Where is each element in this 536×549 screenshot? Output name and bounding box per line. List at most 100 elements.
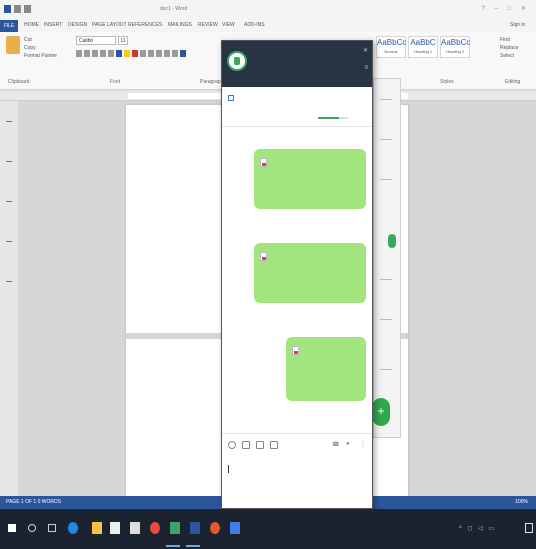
copy-button[interactable]: Copy	[24, 44, 57, 52]
windows-icon[interactable]	[8, 524, 16, 532]
emoji-icon[interactable]	[228, 441, 236, 449]
tab-insert[interactable]: INSERT	[44, 22, 62, 28]
tab-page-layout[interactable]: PAGE LAYOUT	[92, 22, 127, 28]
app-icon[interactable]	[230, 522, 240, 534]
chat-toolbar: ☎ ● ⋮	[222, 433, 372, 455]
file-message[interactable]	[254, 149, 366, 209]
underline-icon[interactable]	[92, 50, 98, 57]
file-message[interactable]	[286, 337, 366, 401]
style-normal[interactable]: AaBbCc Normal	[376, 36, 406, 58]
shading-icon[interactable]	[180, 50, 186, 57]
subscript-icon[interactable]	[108, 50, 114, 57]
cut-button[interactable]: Cut	[24, 36, 57, 44]
chat-window: ✕ ≡ ☎ ● ⋮	[221, 40, 373, 509]
paragraph-group-label: Paragraph	[200, 79, 224, 85]
title-bar: doc1 - Word ? – □ ✕	[0, 0, 536, 20]
font-size-select[interactable]: 11	[118, 36, 128, 45]
font-group-label: Font	[110, 79, 121, 85]
undo-icon[interactable]	[14, 5, 21, 13]
upload-progress	[318, 117, 348, 119]
style-heading-2[interactable]: AaBbCc Heading 2	[440, 36, 470, 58]
more-icon[interactable]: ⋮	[360, 441, 366, 448]
call-icon[interactable]: ☎	[332, 441, 339, 448]
file-message[interactable]	[254, 243, 366, 303]
file-explorer-icon[interactable]	[92, 522, 102, 534]
message-input[interactable]	[222, 455, 372, 508]
clipboard-group-label: Clipboard	[8, 79, 30, 85]
message-list	[222, 127, 372, 433]
chat-header: ✕ ≡	[222, 41, 372, 87]
select-button[interactable]: Select	[500, 52, 518, 60]
image-icon[interactable]	[256, 441, 264, 449]
text-cursor	[228, 465, 229, 473]
chat-avatar[interactable]	[227, 51, 247, 71]
search-icon[interactable]	[28, 524, 36, 532]
format-painter-button[interactable]: Format Painter	[24, 52, 57, 60]
tab-view[interactable]: VIEW	[222, 22, 235, 28]
app-icon[interactable]	[210, 522, 220, 534]
edge-icon[interactable]	[68, 522, 78, 534]
pin-icon	[228, 95, 234, 101]
chrome-icon[interactable]	[150, 522, 160, 534]
zoom-level[interactable]: 100%	[515, 496, 528, 509]
highlight-icon[interactable]	[124, 50, 130, 57]
pdf-file-icon	[260, 252, 267, 261]
tab-home[interactable]: HOME	[24, 22, 39, 28]
font-name-select[interactable]: Calibri	[76, 36, 116, 45]
vertical-ruler	[0, 101, 18, 496]
styles-group-label: Styles	[440, 79, 454, 85]
store-icon[interactable]	[110, 522, 120, 534]
document-title: doc1 - Word	[160, 6, 188, 12]
tab-file[interactable]: FILE	[0, 20, 18, 32]
font-format-buttons	[76, 50, 216, 59]
editing-group-label: Editing	[505, 79, 521, 85]
align-right-icon[interactable]	[156, 50, 162, 57]
pdf-file-icon	[260, 158, 267, 167]
active-app-indicator	[186, 545, 200, 547]
save-icon[interactable]	[4, 5, 11, 13]
align-center-icon[interactable]	[148, 50, 154, 57]
task-view-icon[interactable]	[48, 524, 56, 532]
style-heading-1[interactable]: AaBbC Heading 1	[408, 36, 438, 58]
ribbon-tabs: FILE HOME INSERT DESIGN PAGE LAYOUT REFE…	[0, 20, 536, 32]
close-icon[interactable]: ✕	[363, 47, 368, 54]
find-button[interactable]: Find	[500, 36, 518, 44]
screenshot-icon[interactable]	[270, 441, 278, 449]
tab-review[interactable]: REVIEW	[198, 22, 218, 28]
text-effects-icon[interactable]	[116, 50, 122, 57]
sign-in-link[interactable]: Sign in	[510, 22, 525, 28]
pdf-file-icon	[292, 346, 299, 355]
side-panel	[373, 78, 401, 438]
menu-icon[interactable]: ≡	[364, 65, 368, 71]
attach-icon[interactable]	[242, 441, 250, 449]
mic-icon[interactable]: ●	[346, 441, 350, 447]
replace-button[interactable]: Replace	[500, 44, 518, 52]
add-button[interactable]: +	[372, 398, 390, 426]
line-icon[interactable]	[170, 522, 180, 534]
tab-mailings[interactable]: MAILINGS	[168, 22, 192, 28]
strikethrough-icon[interactable]	[100, 50, 106, 57]
status-page-words[interactable]: PAGE 1 OF 1 0 WORDS	[6, 499, 61, 505]
side-toggle-button[interactable]	[388, 234, 396, 248]
mail-icon[interactable]	[130, 522, 140, 534]
notification-icon[interactable]	[525, 523, 533, 533]
align-left-icon[interactable]	[140, 50, 146, 57]
justify-icon[interactable]	[164, 50, 170, 57]
pinned-message[interactable]	[222, 87, 372, 127]
editing-commands: Find Replace Select	[500, 36, 518, 60]
paste-icon[interactable]	[6, 36, 20, 54]
system-tray[interactable]: ^ ◻ ◁ ▭	[459, 525, 496, 532]
line-spacing-icon[interactable]	[172, 50, 178, 57]
word-icon[interactable]	[190, 522, 200, 534]
tab-references[interactable]: REFERENCES	[128, 22, 162, 28]
clipboard-commands: Cut Copy Format Painter	[24, 36, 57, 60]
window-controls[interactable]: ? – □ ✕	[482, 5, 530, 12]
tab-design[interactable]: DESIGN	[68, 22, 87, 28]
italic-icon[interactable]	[84, 50, 90, 57]
bold-icon[interactable]	[76, 50, 82, 57]
font-color-icon[interactable]	[132, 50, 138, 57]
active-app-indicator	[166, 545, 180, 547]
taskbar: ^ ◻ ◁ ▭	[0, 509, 536, 549]
redo-icon[interactable]	[24, 5, 31, 13]
tab-add-ins[interactable]: ADD-INS	[244, 22, 265, 28]
